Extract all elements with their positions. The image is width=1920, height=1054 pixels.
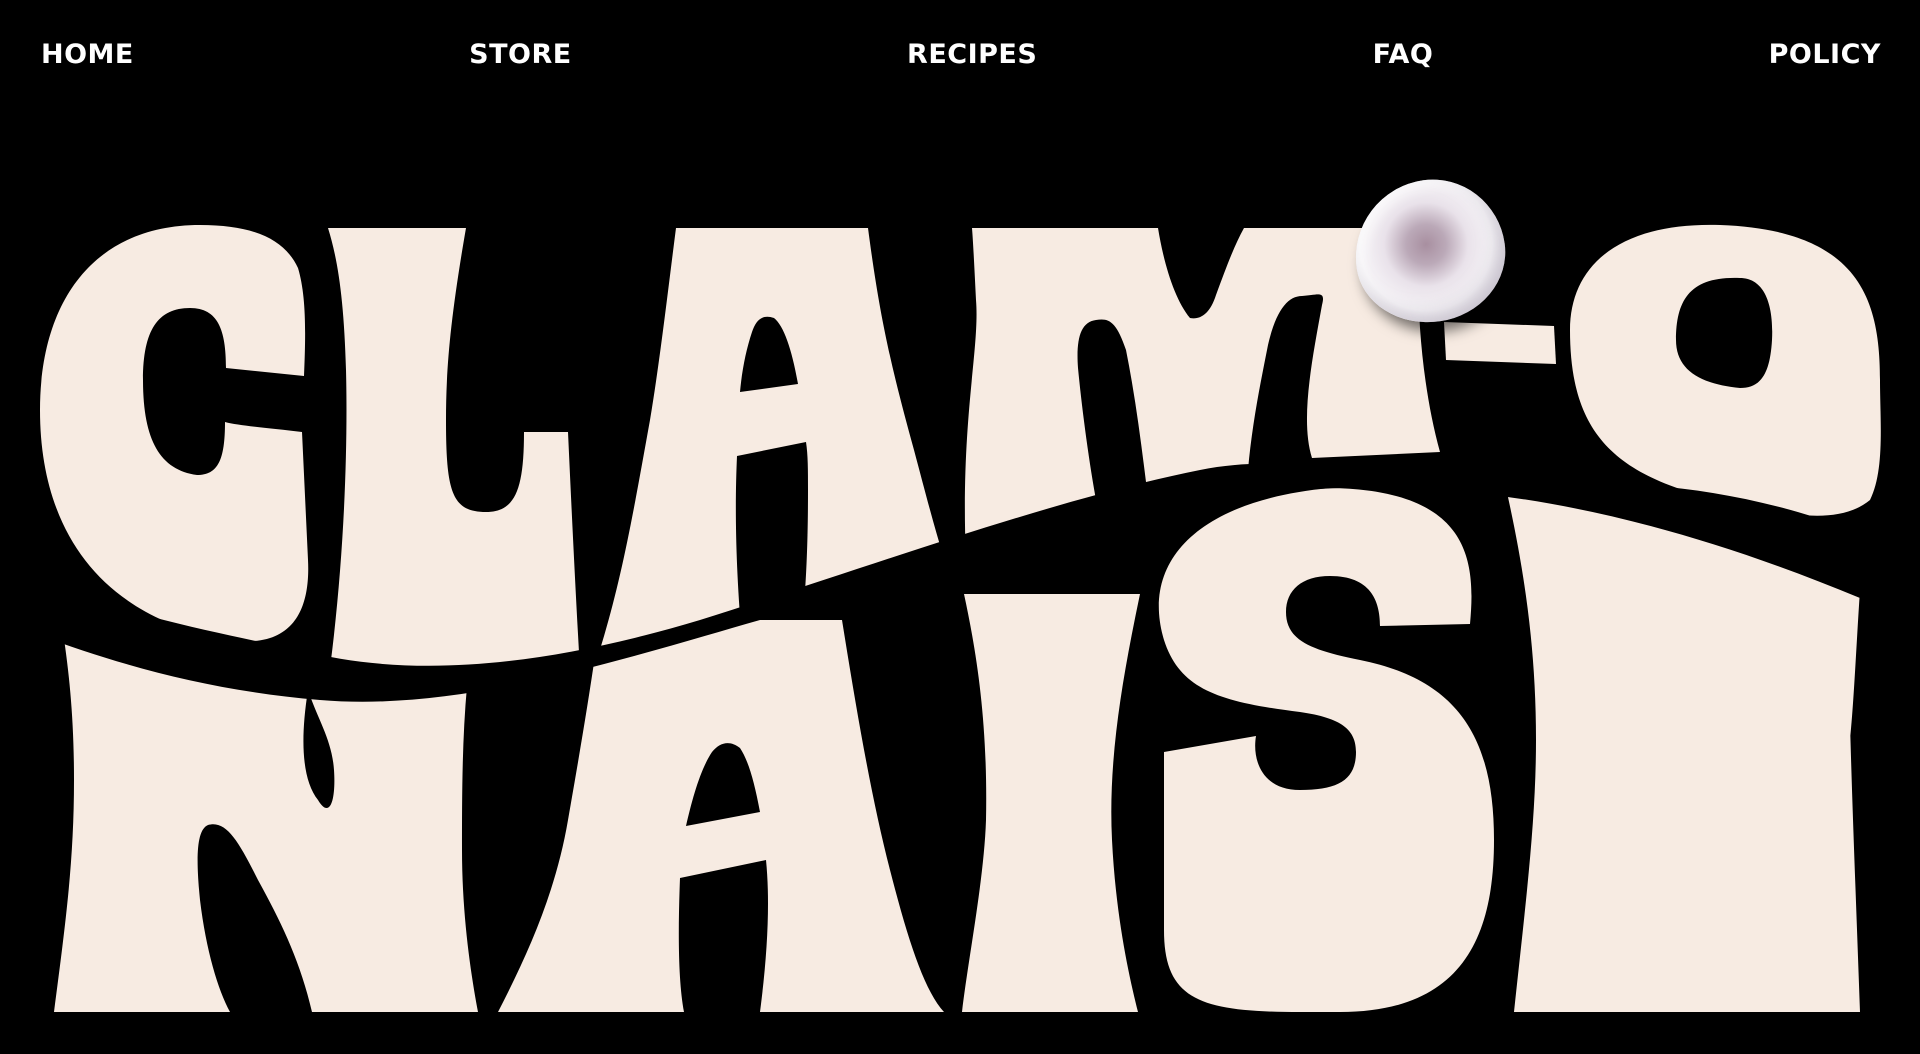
letter-a — [594, 228, 958, 666]
hyphen-dash — [1444, 322, 1556, 364]
letter-l — [328, 228, 580, 666]
letter-i — [962, 594, 1140, 1012]
letter-s — [1158, 488, 1494, 1012]
letter-a2 — [498, 620, 944, 1012]
hero-wordmark-svg — [40, 224, 1881, 1012]
letter-o — [1570, 224, 1881, 516]
letter-e — [1506, 488, 1860, 1012]
hero-wordmark — [0, 0, 1920, 1054]
letter-c — [40, 225, 309, 642]
hero-line-2 — [40, 488, 1860, 1012]
